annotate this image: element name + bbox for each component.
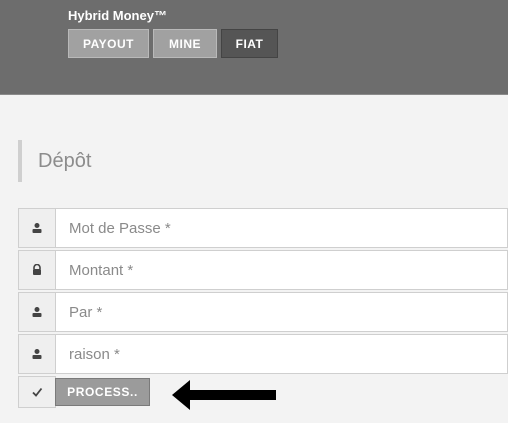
page-title: Dépôt	[18, 140, 218, 182]
app-header: Hybrid Money™ PAYOUT MINE FIAT	[0, 0, 508, 95]
check-icon	[18, 376, 56, 408]
process-button[interactable]: PROCESS..	[55, 378, 150, 406]
reason-row	[18, 334, 508, 374]
tab-payout[interactable]: PAYOUT	[68, 29, 149, 58]
by-field[interactable]	[56, 292, 508, 332]
by-row	[18, 292, 508, 332]
tab-bar: PAYOUT MINE FIAT	[68, 29, 278, 58]
amount-field[interactable]	[56, 250, 508, 290]
reason-field[interactable]	[56, 334, 508, 374]
tab-fiat[interactable]: FIAT	[221, 29, 278, 58]
user-icon	[18, 334, 56, 374]
password-field[interactable]	[56, 208, 508, 248]
user-icon	[18, 208, 56, 248]
left-arrow-icon	[172, 380, 276, 410]
password-row	[18, 208, 508, 248]
brand-title: Hybrid Money™	[68, 8, 167, 23]
tab-mine[interactable]: MINE	[153, 29, 217, 58]
amount-row	[18, 250, 508, 290]
lock-icon	[18, 250, 56, 290]
user-icon	[18, 292, 56, 332]
